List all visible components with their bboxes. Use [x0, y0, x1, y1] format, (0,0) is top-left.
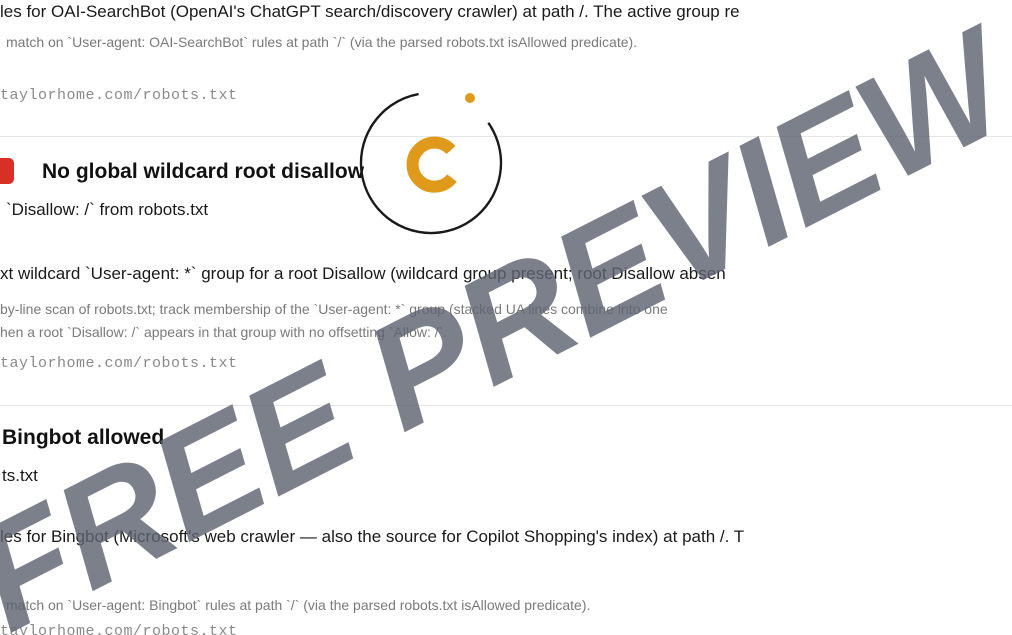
check-oai-searchbot-source-link[interactable]: taylorhome.com/robots.txt [0, 87, 238, 104]
check-wildcard-method-2: hen a root `Disallow: /` appears in that… [0, 324, 448, 340]
check-oai-searchbot-rule: les for OAI-SearchBot (OpenAI's ChatGPT … [0, 2, 740, 21]
check-bingbot-source-link[interactable]: taylorhome.com/robots.txt [0, 623, 238, 635]
fail-status-icon [0, 158, 14, 184]
check-bingbot-description: ts.txt [2, 466, 38, 485]
brand-logo-icon [359, 91, 503, 235]
divider [0, 405, 1012, 406]
check-bingbot-rule: les for Bingbot (Microsoft's web crawler… [0, 527, 745, 546]
check-oai-searchbot-method: match on `User-agent: OAI-SearchBot` rul… [6, 34, 638, 50]
check-wildcard-method-1: by-line scan of robots.txt; track member… [0, 301, 668, 317]
divider [0, 136, 1012, 137]
check-wildcard-rule: xt wildcard `User-agent: *` group for a … [0, 264, 726, 283]
check-wildcard-source-link[interactable]: taylorhome.com/robots.txt [0, 355, 238, 372]
check-wildcard-description: `Disallow: /` from robots.txt [6, 200, 209, 219]
check-bingbot-title: Bingbot allowed [2, 426, 165, 449]
check-bingbot-method: match on `User-agent: Bingbot` rules at … [6, 597, 591, 613]
check-wildcard-title: No global wildcard root disallow [42, 160, 365, 183]
